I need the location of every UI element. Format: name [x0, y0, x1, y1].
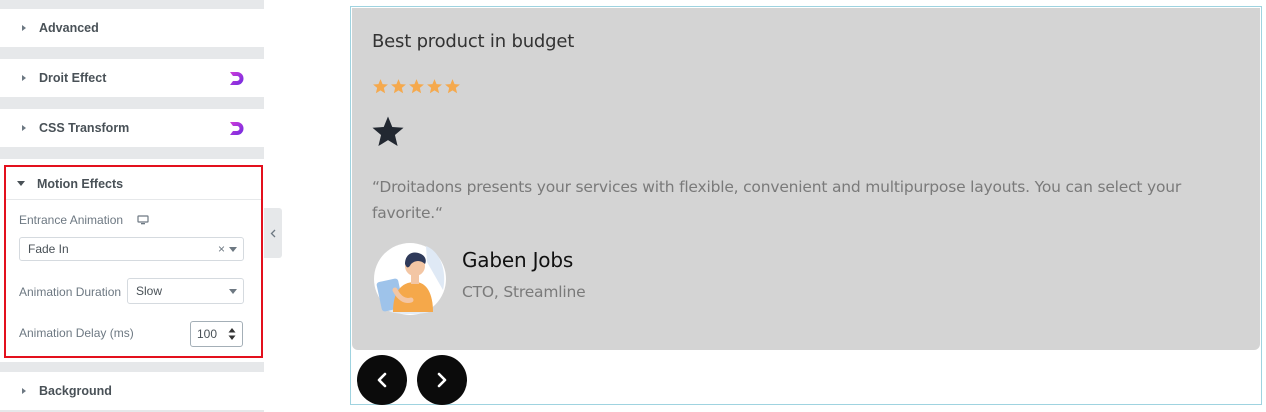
rating-star-icon [391, 79, 406, 94]
droit-logo-icon [230, 122, 244, 135]
divider [6, 199, 261, 200]
rating-star-icon [409, 79, 424, 94]
section-motion-effects: Motion Effects Entrance Animation Fade I… [4, 165, 263, 358]
editor-panel: Advanced Droit Effect CSS Transform Moti… [0, 0, 264, 412]
spinner-arrows-icon[interactable] [228, 327, 236, 341]
author-avatar [374, 243, 446, 315]
chevron-down-icon [229, 247, 237, 252]
testimonial-title: Best product in budget [372, 31, 575, 52]
rating-star-icon [427, 79, 442, 94]
animation-duration-label: Animation Duration [19, 285, 122, 299]
chevron-right-icon [437, 372, 447, 388]
section-background-title: Background [39, 384, 112, 398]
entrance-animation-label: Entrance Animation [19, 213, 124, 227]
section-motion-effects-header[interactable]: Motion Effects [6, 167, 261, 200]
droit-logo-icon [230, 72, 244, 85]
section-advanced-title: Advanced [39, 21, 99, 35]
section-background[interactable]: Background [0, 372, 264, 410]
chevron-left-icon [270, 229, 276, 237]
next-slide-button[interactable] [417, 355, 467, 405]
panel-collapse-toggle[interactable] [264, 208, 282, 258]
prev-slide-button[interactable] [357, 355, 407, 405]
section-advanced-header[interactable]: Advanced [0, 9, 264, 47]
caret-right-icon [22, 125, 26, 131]
author-name: Gaben Jobs [462, 248, 574, 272]
section-droit-effect[interactable]: Droit Effect [0, 59, 264, 97]
testimonial-card: Best product in budget “Droitadons prese… [352, 8, 1260, 350]
chevron-left-icon [377, 372, 387, 388]
testimonial-quote: “Droitadons presents your services with … [372, 178, 1182, 222]
section-css-transform-header[interactable]: CSS Transform [0, 109, 264, 147]
clear-icon[interactable]: × [218, 242, 225, 256]
author-role: CTO, Streamline [462, 283, 586, 301]
animation-duration-select[interactable]: Slow [127, 278, 244, 304]
animation-delay-input[interactable]: 100 [190, 321, 243, 347]
animation-duration-value: Slow [136, 284, 163, 298]
chevron-down-icon [229, 289, 237, 294]
section-background-header[interactable]: Background [0, 372, 264, 410]
section-motion-effects-title: Motion Effects [37, 176, 124, 191]
caret-right-icon [22, 25, 26, 31]
caret-right-icon [22, 75, 26, 81]
star-icon [372, 116, 404, 147]
section-css-transform-title: CSS Transform [39, 121, 130, 135]
rating-star-icon [445, 79, 460, 94]
desktop-icon[interactable] [137, 215, 149, 225]
animation-delay-label: Animation Delay (ms) [19, 326, 134, 340]
caret-right-icon [22, 388, 26, 394]
star-rating [372, 78, 461, 95]
section-advanced[interactable]: Advanced [0, 9, 264, 47]
section-droit-effect-header[interactable]: Droit Effect [0, 59, 264, 97]
section-droit-effect-title: Droit Effect [39, 71, 107, 85]
caret-down-icon [17, 181, 25, 186]
entrance-animation-value: Fade In [28, 242, 69, 256]
entrance-animation-select[interactable]: Fade In × [19, 237, 244, 261]
section-css-transform[interactable]: CSS Transform [0, 109, 264, 147]
rating-star-icon [373, 79, 388, 94]
testimonial-preview: Best product in budget “Droitadons prese… [350, 6, 1262, 405]
animation-delay-value: 100 [197, 327, 218, 341]
